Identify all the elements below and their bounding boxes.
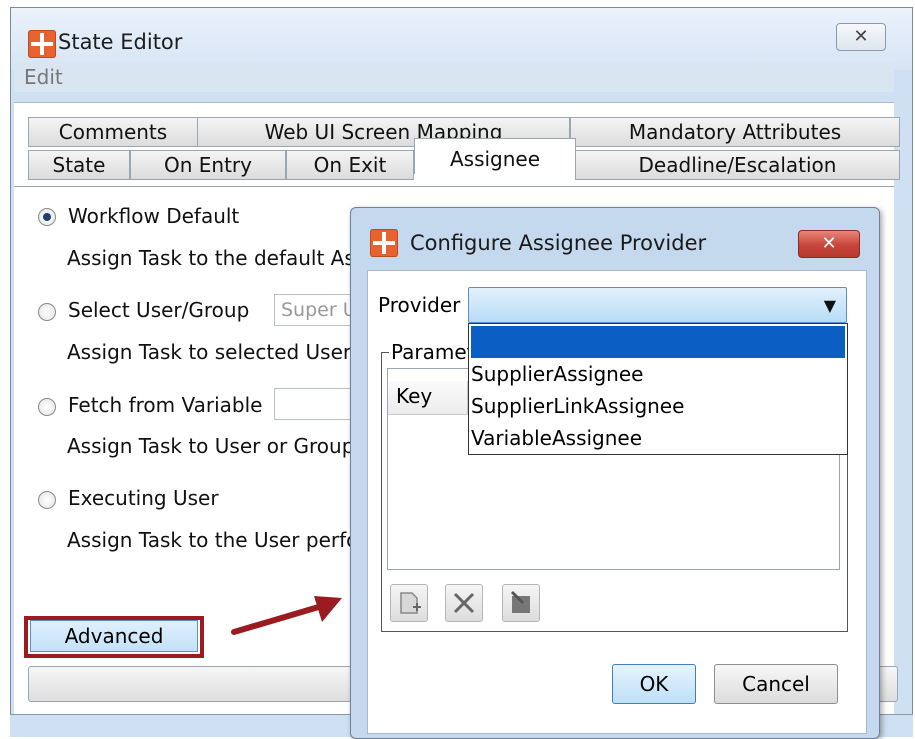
delete-icon (453, 592, 475, 614)
radio-workflow-default[interactable] (38, 208, 56, 226)
dialog-close-button[interactable]: ✕ (798, 230, 860, 258)
menu-edit[interactable]: Edit (24, 65, 63, 89)
option-label: Select User/Group (68, 298, 250, 322)
tab-mandatory-attributes[interactable]: Mandatory Attributes (570, 117, 900, 147)
option-description: Assign Task to the default Ass (67, 246, 366, 270)
radio-executing-user[interactable] (38, 491, 56, 509)
add-row-button[interactable] (390, 584, 428, 622)
provider-label: Provider (378, 293, 461, 317)
provider-select[interactable]: ▼ (468, 287, 847, 323)
add-document-icon (400, 592, 421, 614)
dropdown-option[interactable]: SupplierAssignee (471, 358, 845, 390)
parameters-label: Paramet (389, 340, 477, 364)
close-button[interactable]: ✕ (836, 23, 886, 51)
column-header-key[interactable]: Key (388, 381, 468, 415)
provider-dropdown-list[interactable]: SupplierAssignee SupplierLinkAssignee Va… (468, 323, 848, 455)
tab-state[interactable]: State (28, 150, 130, 180)
arrow-annotation (231, 596, 342, 635)
edit-row-button[interactable] (502, 584, 540, 622)
chevron-down-icon[interactable]: ▼ (824, 296, 836, 315)
tab-deadline-escalation[interactable]: Deadline/Escalation (575, 150, 900, 180)
window-title: State Editor (58, 30, 183, 54)
edit-icon (510, 590, 530, 613)
radio-select-user-group[interactable] (38, 303, 56, 321)
option-label: Executing User (68, 486, 219, 510)
variable-field[interactable] (274, 388, 356, 420)
dropdown-option[interactable]: SupplierLinkAssignee (471, 390, 845, 422)
tab-on-exit[interactable]: On Exit (286, 150, 414, 180)
delete-row-button[interactable] (445, 584, 483, 622)
option-description: Assign Task to selected User o (67, 340, 370, 364)
dialog-title: Configure Assignee Provider (410, 231, 707, 255)
radio-fetch-from-variable[interactable] (38, 398, 56, 416)
cancel-button[interactable]: Cancel (714, 664, 838, 704)
dropdown-option[interactable]: VariableAssignee (471, 422, 845, 454)
tab-assignee[interactable]: Assignee (414, 138, 576, 174)
tab-comments[interactable]: Comments (28, 117, 198, 147)
advanced-button[interactable]: Advanced (30, 620, 198, 652)
option-label: Workflow Default (68, 204, 240, 228)
ok-button[interactable]: OK (612, 664, 696, 704)
tab-on-entry[interactable]: On Entry (130, 150, 286, 180)
option-label: Fetch from Variable (68, 393, 263, 417)
option-description: Assign Task to User or Group (67, 434, 355, 458)
menu-bar: Edit (14, 62, 894, 92)
dialog-app-icon (370, 229, 398, 257)
option-description: Assign Task to the User perfo (67, 528, 359, 552)
app-icon (28, 30, 56, 58)
user-group-field[interactable]: Super U (274, 294, 356, 326)
dropdown-option-empty[interactable] (471, 326, 845, 358)
